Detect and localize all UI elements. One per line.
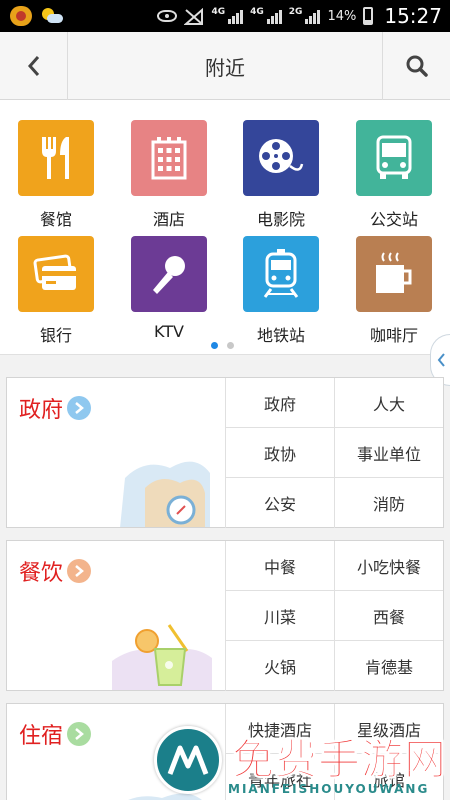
section-header[interactable]: 餐饮 [7,541,225,690]
no-signal-icon [183,7,204,25]
chevron-right-icon [67,559,92,583]
page-title: 附近 [205,55,245,80]
drink-illustration [112,624,212,690]
category-label: KTV [154,322,184,341]
section-item[interactable]: 政府 [225,378,334,428]
category-hotel[interactable]: 酒店 [119,120,219,230]
weather-icon [40,6,64,26]
bank-card-icon [18,236,94,312]
status-bar: 4G 4G 2G 14% 15:27 [0,0,450,32]
section-items: 中餐 小吃快餐 川菜 西餐 火锅 肯德基 [225,541,443,691]
category-bank[interactable]: 银行 [6,236,106,346]
category-subway[interactable]: 地铁站 [231,236,331,346]
watermark-logo-icon [154,726,222,794]
category-label: 餐馆 [39,210,72,229]
category-label: 酒店 [152,210,185,229]
search-button[interactable] [382,32,450,100]
restaurant-icon [18,120,94,196]
signal-icon [266,8,282,24]
hotel-icon [131,120,207,196]
section-dining: 餐饮 中餐 小吃快餐 川菜 西餐 火锅 肯德基 [6,540,444,691]
page-indicator [211,342,234,349]
page-dot-active[interactable] [211,342,218,349]
eye-icon [157,10,178,22]
section-item[interactable]: 西餐 [334,591,443,641]
search-icon [406,55,428,77]
section-item[interactable]: 川菜 [225,591,334,641]
category-grid: 餐馆 酒店 电影院 公交站 银行 KTV 地铁站 咖啡厅 [0,100,450,355]
section-item[interactable]: 中餐 [225,541,334,591]
cinema-icon [243,120,319,196]
microphone-icon [131,236,207,312]
category-label: 地铁站 [256,326,305,345]
map-compass-illustration [120,461,210,527]
section-item[interactable]: 消防 [334,478,443,528]
watermark: 免费手游网 MIANFEISHOUYOUWANG [150,722,450,800]
section-item[interactable]: 公安 [225,478,334,528]
section-item[interactable]: 火锅 [225,641,334,691]
chevron-right-icon [67,396,92,420]
signal-icon [228,8,244,24]
category-restaurant[interactable]: 餐馆 [6,120,106,230]
category-cafe[interactable]: 咖啡厅 [344,236,444,346]
section-header[interactable]: 政府 [7,378,225,527]
section-item[interactable]: 事业单位 [334,428,443,478]
category-ktv[interactable]: KTV [119,236,219,341]
network-type-3: 2G [288,7,303,17]
battery-percent: 14% [327,8,357,24]
category-bus-stop[interactable]: 公交站 [344,120,444,230]
network-type-1: 4G [211,7,226,17]
clock: 15:27 [384,4,442,28]
battery-icon [363,7,374,25]
section-item[interactable]: 人大 [334,378,443,428]
network-type-2: 4G [250,7,264,17]
bus-icon [356,120,432,196]
section-items: 政府 人大 政协 事业单位 公安 消防 [225,378,443,528]
category-cinema[interactable]: 电影院 [231,120,331,230]
category-label: 电影院 [256,210,305,229]
category-label: 银行 [39,326,72,345]
section-item[interactable]: 小吃快餐 [334,541,443,591]
section-title: 住宿 [19,724,64,749]
category-label: 咖啡厅 [369,326,418,345]
app-header: 附近 [0,32,450,100]
app-notification-icon [10,6,32,26]
subway-icon [243,236,319,312]
section-item[interactable]: 肯德基 [334,641,443,691]
section-title-wrap: 住宿 [19,718,92,750]
section-government: 政府 政府 人大 政协 事业单位 公安 消防 [6,377,444,528]
signal-icon [305,8,321,24]
back-button[interactable] [0,32,68,100]
section-title-wrap: 餐饮 [19,555,92,587]
section-item[interactable]: 政协 [225,428,334,478]
section-title-wrap: 政府 [19,392,92,424]
section-title: 餐饮 [19,561,64,586]
category-label: 公交站 [369,210,418,229]
chevron-left-icon [27,56,39,76]
section-title: 政府 [19,398,64,423]
chevron-right-icon [67,722,92,746]
watermark-text: 免费手游网 [231,735,448,785]
page-dot[interactable] [227,342,234,349]
coffee-icon [356,236,432,312]
chevron-left-icon [437,353,445,367]
watermark-subtext: MIANFEISHOUYOUWANG [228,782,430,796]
